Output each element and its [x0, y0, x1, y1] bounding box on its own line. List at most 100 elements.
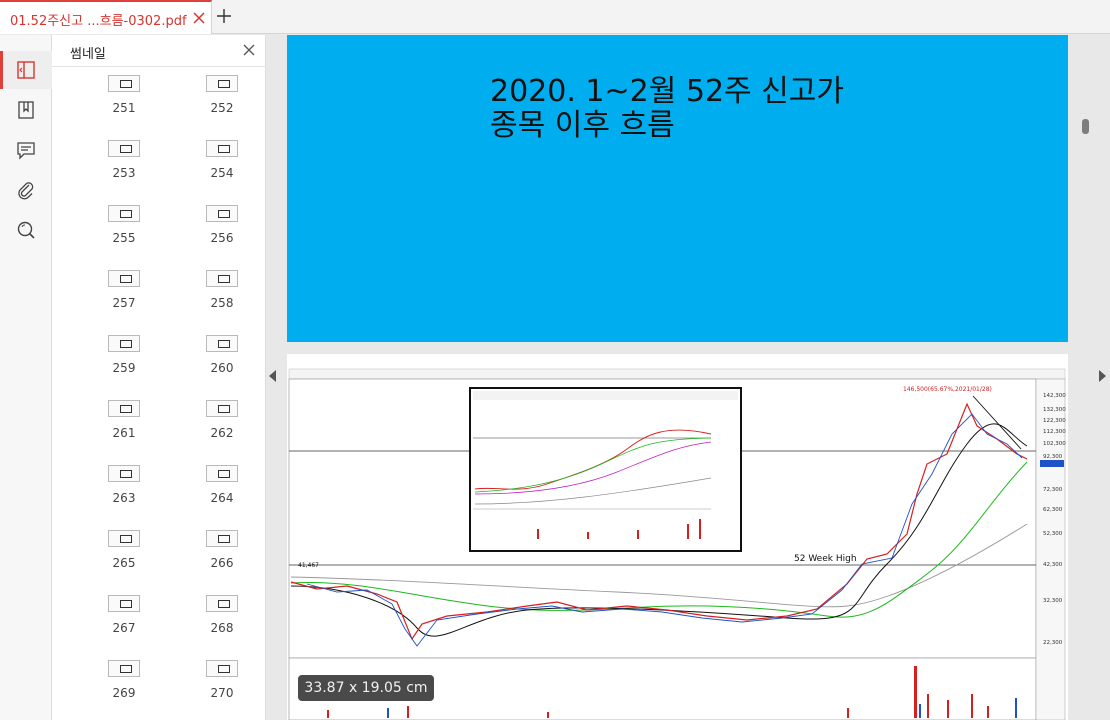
- thumbnail-image: [206, 140, 238, 157]
- svg-text:42,300: 42,300: [1043, 562, 1063, 568]
- thumbnail-page-number: 258: [210, 296, 234, 310]
- thumbnail-image: [108, 530, 140, 547]
- tab-title: 01.52주신고 ...흐름-0302.pdf: [10, 14, 187, 29]
- thumbnail-page-number: 270: [210, 686, 234, 700]
- plus-icon[interactable]: [216, 8, 232, 24]
- svg-text:146,500(65.67%,2021/01/28): 146,500(65.67%,2021/01/28): [903, 386, 992, 393]
- thumbnail-image: [206, 270, 238, 287]
- thumbnail-image: [108, 400, 140, 417]
- close-icon[interactable]: [192, 11, 206, 25]
- thumbnail-page-number: 266: [210, 556, 234, 570]
- thumbnail-panel: 썸네일 251 252 253 254 255 256 257 258 259 260 261 262…: [52, 35, 266, 720]
- svg-text:122,300: 122,300: [1043, 418, 1066, 424]
- svg-text:41,467: 41,467: [298, 562, 319, 569]
- thumbnail-page-number: 251: [112, 101, 136, 115]
- thumbnail-image: [108, 205, 140, 222]
- thumbnail-list: 251 252 253 254 255 256 257 258 259 260 261 262 263 2…: [52, 67, 266, 720]
- svg-text:22,300: 22,300: [1043, 640, 1063, 646]
- close-icon[interactable]: [243, 44, 255, 56]
- thumbnail-image: [108, 140, 140, 157]
- attachment-icon: [18, 182, 34, 200]
- thumbnail-page-number: 255: [112, 231, 136, 245]
- rail-search-button[interactable]: [0, 211, 52, 249]
- thumbnail-image: [108, 595, 140, 612]
- thumbnail-item[interactable]: 259: [88, 329, 158, 387]
- pdf-viewer-window: 01.52주신고 ...흐름-0302.pdf 썸네일 251 252 253 …: [0, 0, 1110, 720]
- thumbnail-item[interactable]: 268: [186, 589, 256, 647]
- thumbnail-page-number: 267: [112, 621, 136, 635]
- thumbnail-panel-title: 썸네일: [70, 47, 106, 62]
- svg-text:62,300: 62,300: [1043, 507, 1063, 513]
- rail-bookmarks-button[interactable]: [0, 91, 52, 129]
- thumbnail-page-number: 259: [112, 361, 136, 375]
- thumbnail-item[interactable]: 269: [88, 654, 158, 712]
- svg-text:92,300: 92,300: [1043, 454, 1063, 460]
- thumbnail-page-number: 263: [112, 491, 136, 505]
- thumbnail-image: [108, 465, 140, 482]
- thumbnail-page-number: 252: [210, 101, 234, 115]
- thumbnail-item[interactable]: 263: [88, 459, 158, 517]
- thumbnail-item[interactable]: 260: [186, 329, 256, 387]
- thumbnail-item[interactable]: 251: [88, 69, 158, 127]
- left-tool-rail: [0, 35, 52, 720]
- rail-thumbnails-button[interactable]: [0, 51, 52, 89]
- svg-text:72,300: 72,300: [1043, 487, 1063, 493]
- rail-attachments-button[interactable]: [0, 171, 52, 209]
- svg-text:142,300: 142,300: [1043, 393, 1066, 399]
- pdf-page-slide: 2020. 1~2월 52주 신고가 종목 이후 흐름: [287, 35, 1068, 342]
- thumbnail-image: [206, 335, 238, 352]
- thumbnail-item[interactable]: 253: [88, 134, 158, 192]
- thumbnail-item[interactable]: 265: [88, 524, 158, 582]
- slide-title: 2020. 1~2월 52주 신고가 종목 이후 흐름: [490, 74, 844, 143]
- comment-icon: [17, 142, 35, 160]
- svg-text:32,300: 32,300: [1043, 598, 1063, 604]
- svg-text:132,300: 132,300: [1043, 407, 1066, 413]
- document-view[interactable]: 2020. 1~2월 52주 신고가 종목 이후 흐름 146,500(65.6…: [267, 35, 1110, 720]
- sidebar-toggle-icon: [17, 61, 35, 79]
- thumbnail-item[interactable]: 262: [186, 394, 256, 452]
- thumbnail-item[interactable]: 254: [186, 134, 256, 192]
- collapse-right-arrow-icon[interactable]: [1098, 370, 1106, 382]
- thumbnail-item[interactable]: 258: [186, 264, 256, 322]
- thumbnail-item[interactable]: 252: [186, 69, 256, 127]
- collapse-left-arrow-icon[interactable]: [269, 370, 277, 382]
- pdf-page-chart: 146,500(65.67%,2021/01/28) 41,467 52 Wee…: [287, 354, 1068, 720]
- thumbnail-page-number: 265: [112, 556, 136, 570]
- thumbnail-image: [206, 400, 238, 417]
- thumbnail-image: [206, 530, 238, 547]
- svg-text:112,300: 112,300: [1043, 429, 1066, 435]
- thumbnail-item[interactable]: 256: [186, 199, 256, 257]
- svg-text:102,300: 102,300: [1043, 441, 1066, 447]
- thumbnail-item[interactable]: 270: [186, 654, 256, 712]
- thumbnail-page-number: 254: [210, 166, 234, 180]
- thumbnail-image: [206, 75, 238, 92]
- chart-annotation-52-week-high: 52 Week High: [794, 554, 857, 564]
- thumbnail-page-number: 253: [112, 166, 136, 180]
- thumbnail-image: [108, 270, 140, 287]
- bookmark-icon: [18, 101, 34, 119]
- thumbnail-page-number: 256: [210, 231, 234, 245]
- thumbnail-image: [108, 75, 140, 92]
- rail-comments-button[interactable]: [0, 131, 52, 169]
- thumbnail-item[interactable]: 261: [88, 394, 158, 452]
- thumbnail-item[interactable]: 255: [88, 199, 158, 257]
- thumbnail-image: [206, 660, 238, 677]
- thumbnail-page-number: 269: [112, 686, 136, 700]
- thumbnail-page-number: 268: [210, 621, 234, 635]
- thumbnail-item[interactable]: 257: [88, 264, 158, 322]
- thumbnail-page-number: 257: [112, 296, 136, 310]
- svg-text:52,300: 52,300: [1043, 531, 1063, 537]
- thumbnail-page-number: 260: [210, 361, 234, 375]
- thumbnail-image: [108, 660, 140, 677]
- thumbnail-panel-header: 썸네일: [52, 35, 266, 67]
- thumbnail-item[interactable]: 264: [186, 459, 256, 517]
- thumbnail-item[interactable]: 267: [88, 589, 158, 647]
- thumbnail-page-number: 262: [210, 426, 234, 440]
- thumbnail-image: [206, 205, 238, 222]
- thumbnail-page-number: 261: [112, 426, 136, 440]
- vertical-scrollbar-thumb[interactable]: [1082, 119, 1089, 134]
- document-tab[interactable]: 01.52주신고 ...흐름-0302.pdf: [0, 0, 212, 34]
- thumbnail-image: [206, 595, 238, 612]
- page-size-badge: 33.87 x 19.05 cm: [298, 675, 434, 701]
- thumbnail-item[interactable]: 266: [186, 524, 256, 582]
